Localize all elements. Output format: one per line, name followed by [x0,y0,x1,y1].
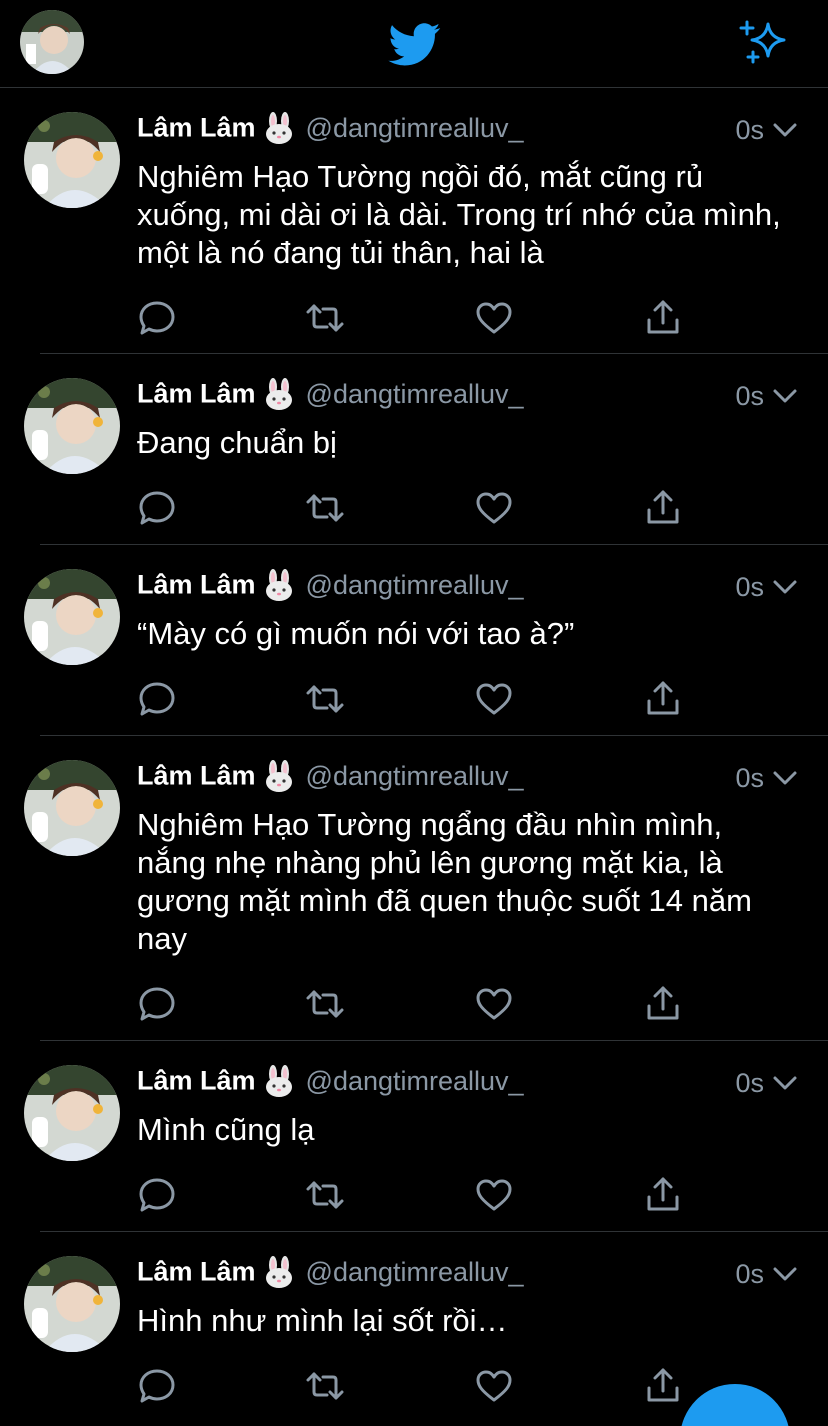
like-heart-icon[interactable] [474,1175,514,1215]
tweet[interactable]: Lâm Lâm @dangtimrealluv_ 0s “Mày có gì m… [0,545,828,736]
like-heart-icon[interactable] [474,679,514,719]
timestamp: 0s [735,572,764,602]
share-icon[interactable] [643,488,683,528]
reply-icon[interactable] [137,679,177,719]
display-name[interactable]: Lâm Lâm [137,1257,256,1287]
chevron-down-icon[interactable] [772,1262,798,1286]
chevron-down-icon[interactable] [772,766,798,790]
tweet-text: Hình như mình lại sốt rồi… [137,1303,508,1338]
reply-icon[interactable] [137,1366,177,1406]
share-icon[interactable] [643,1175,683,1215]
tweet-feed: Lâm Lâm @dangtimrealluv_ 0s Nghiêm Hạo T… [0,88,828,1426]
reply-icon[interactable] [137,1175,177,1215]
share-icon[interactable] [643,1366,683,1406]
tweet-header: Lâm Lâm @dangtimrealluv_ 0s [137,112,798,148]
chevron-down-icon[interactable] [772,118,798,142]
retweet-icon[interactable] [305,679,345,719]
tweet-actions [137,679,697,719]
retweet-icon[interactable] [305,984,345,1024]
rabbit-face-icon [265,1065,292,1097]
timestamp: 0s [735,381,764,411]
profile-avatar[interactable] [20,10,84,74]
timestamp: 0s [735,763,764,793]
avatar[interactable] [24,1256,120,1352]
timestamp: 0s [735,115,764,145]
user-handle[interactable]: @dangtimrealluv_ [306,570,524,600]
top-navigation-bar [0,0,828,88]
tweet[interactable]: Lâm Lâm @dangtimrealluv_ 0s Nghiêm Hạo T… [0,88,828,354]
tweet-actions [137,984,697,1024]
tweet[interactable]: Lâm Lâm @dangtimrealluv_ 0s Nghiêm Hạo T… [0,736,828,1041]
reply-icon[interactable] [137,298,177,338]
share-icon[interactable] [643,984,683,1024]
avatar[interactable] [24,1065,120,1161]
rabbit-face-icon [265,112,292,144]
avatar[interactable] [24,569,120,665]
tweet-actions [137,1366,697,1406]
tweet-text: Đang chuẩn bị [137,425,337,460]
timestamp: 0s [735,1259,764,1289]
share-icon[interactable] [643,679,683,719]
chevron-down-icon[interactable] [772,575,798,599]
timestamp: 0s [735,1068,764,1098]
rabbit-face-icon [265,378,292,410]
twitter-timeline: Lâm Lâm @dangtimrealluv_ 0s Nghiêm Hạo T… [0,0,828,1426]
avatar[interactable] [24,378,120,474]
chevron-down-icon[interactable] [772,384,798,408]
display-name[interactable]: Lâm Lâm [137,761,256,791]
tweet-actions [137,298,697,338]
tweet-header: Lâm Lâm @dangtimrealluv_ 0s [137,1256,798,1292]
display-name[interactable]: Lâm Lâm [137,113,256,143]
sparkle-icon[interactable] [738,18,790,66]
tweet-header: Lâm Lâm @dangtimrealluv_ 0s [137,760,798,796]
chevron-down-icon[interactable] [772,1071,798,1095]
like-heart-icon[interactable] [474,984,514,1024]
tweet-text: “Mày có gì muốn nói với tao à?” [137,616,575,651]
like-heart-icon[interactable] [474,1366,514,1406]
user-handle[interactable]: @dangtimrealluv_ [306,1257,524,1287]
like-heart-icon[interactable] [474,488,514,528]
reply-icon[interactable] [137,488,177,528]
reply-icon[interactable] [137,984,177,1024]
tweet-text: Nghiêm Hạo Tường ngồi đó, mắt cũng rủ xu… [137,159,781,270]
tweet[interactable]: Lâm Lâm @dangtimrealluv_ 0s Mình cũng lạ [0,1041,828,1232]
user-handle[interactable]: @dangtimrealluv_ [306,379,524,409]
rabbit-face-icon [265,760,292,792]
tweet-header: Lâm Lâm @dangtimrealluv_ 0s [137,378,798,414]
retweet-icon[interactable] [305,488,345,528]
retweet-icon[interactable] [305,298,345,338]
display-name[interactable]: Lâm Lâm [137,379,256,409]
display-name[interactable]: Lâm Lâm [137,570,256,600]
tweet-actions [137,488,697,528]
tweet-text: Nghiêm Hạo Tường ngẩng đầu nhìn mình, nắ… [137,807,752,956]
avatar[interactable] [24,760,120,856]
retweet-icon[interactable] [305,1366,345,1406]
display-name[interactable]: Lâm Lâm [137,1066,256,1096]
tweet-text: Mình cũng lạ [137,1112,315,1147]
rabbit-face-icon [265,1256,292,1288]
share-icon[interactable] [643,298,683,338]
retweet-icon[interactable] [305,1175,345,1215]
user-handle[interactable]: @dangtimrealluv_ [306,1066,524,1096]
rabbit-face-icon [265,569,292,601]
twitter-bird-icon[interactable] [384,18,446,70]
avatar[interactable] [24,112,120,208]
tweet-header: Lâm Lâm @dangtimrealluv_ 0s [137,1065,798,1101]
like-heart-icon[interactable] [474,298,514,338]
user-handle[interactable]: @dangtimrealluv_ [306,113,524,143]
tweet[interactable]: Lâm Lâm @dangtimrealluv_ 0s Đang chuẩn b… [0,354,828,545]
tweet-header: Lâm Lâm @dangtimrealluv_ 0s [137,569,798,605]
tweet-actions [137,1175,697,1215]
user-handle[interactable]: @dangtimrealluv_ [306,761,524,791]
